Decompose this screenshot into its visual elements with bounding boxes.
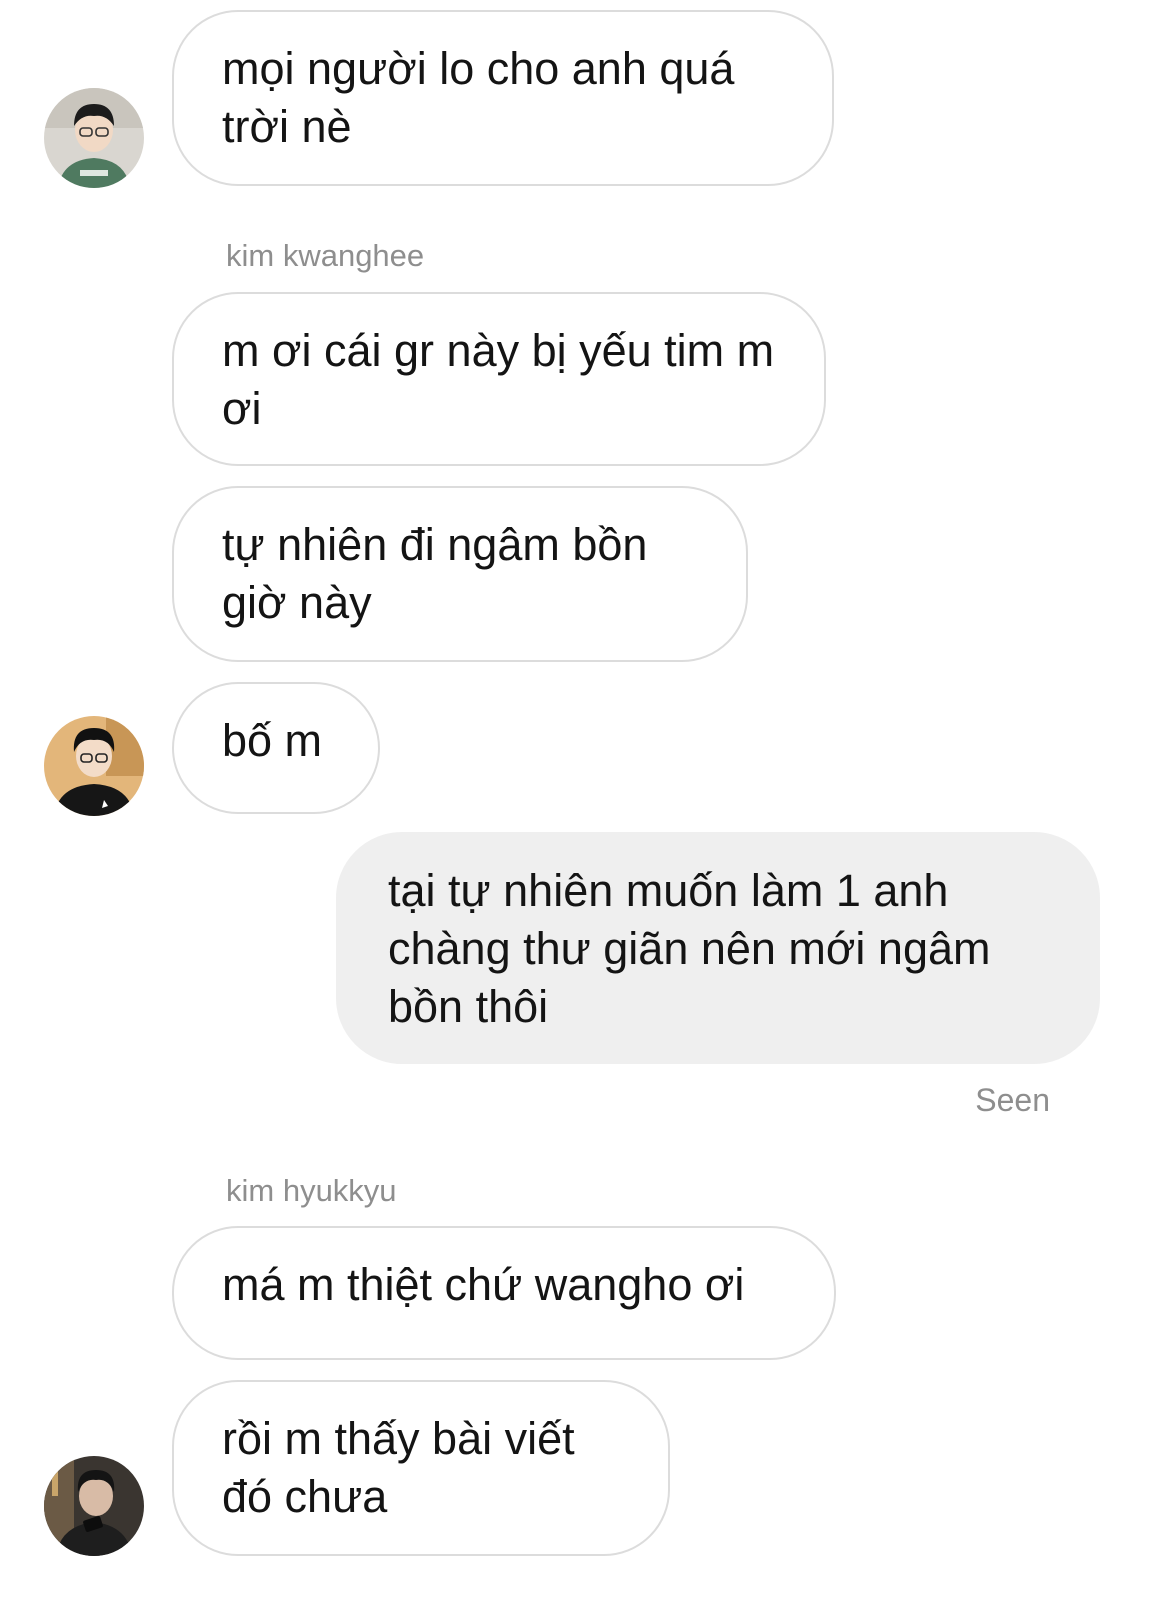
person-avatar-icon [44, 88, 144, 188]
my-message-bubble[interactable]: tại tự nhiên muốn làm 1 anh chàng thư gi… [336, 832, 1100, 1064]
message-bubble[interactable]: tự nhiên đi ngâm bồn giờ này [172, 486, 748, 662]
avatar[interactable] [44, 716, 144, 816]
message-text: tự nhiên đi ngâm bồn giờ này [222, 519, 648, 628]
seen-status: Seen [975, 1082, 1050, 1118]
message-bubble[interactable]: m ơi cái gr này bị yếu tim m ơi [172, 292, 826, 466]
message-text: mọi người lo cho anh quá trời nè [222, 43, 735, 152]
message-text: bố m [222, 715, 323, 766]
avatar[interactable] [44, 1456, 144, 1556]
message-thread: mọi người lo cho anh quá trời nè kim kwa… [0, 0, 1170, 1604]
message-bubble[interactable]: rồi m thấy bài viết đó chưa [172, 1380, 670, 1556]
message-text: tại tự nhiên muốn làm 1 anh chàng thư gi… [388, 865, 991, 1032]
sender-name: kim hyukkyu [226, 1173, 397, 1208]
message-bubble[interactable]: má m thiệt chứ wangho ơi [172, 1226, 836, 1360]
person-avatar-icon [44, 716, 144, 816]
message-bubble[interactable]: mọi người lo cho anh quá trời nè [172, 10, 834, 186]
avatar[interactable] [44, 88, 144, 188]
person-avatar-icon [44, 1456, 144, 1556]
message-bubble[interactable]: bố m [172, 682, 380, 814]
message-text: m ơi cái gr này bị yếu tim m ơi [222, 325, 775, 434]
message-text: má m thiệt chứ wangho ơi [222, 1259, 745, 1310]
sender-name: kim kwanghee [226, 238, 425, 273]
message-text: rồi m thấy bài viết đó chưa [222, 1413, 575, 1522]
